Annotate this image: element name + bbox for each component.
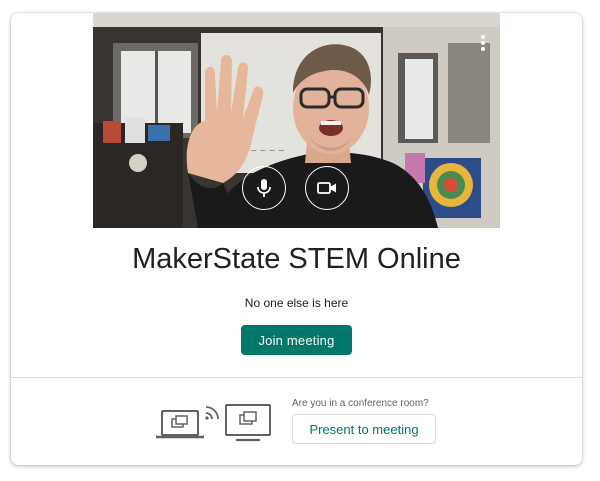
microphone-toggle-button[interactable] [242, 166, 286, 210]
more-vert-dot [481, 41, 485, 45]
monitor-present-icon [225, 404, 271, 442]
mic-icon [257, 179, 271, 197]
participant-status-text: No one else is here [244, 296, 349, 310]
cast-devices-illustration [156, 404, 271, 442]
section-divider [11, 377, 582, 378]
more-vert-dot [481, 47, 485, 51]
videocam-icon [317, 182, 336, 194]
self-video-preview: ~ ~ ~ ~ ~ [93, 13, 500, 228]
wireless-icon [205, 406, 219, 420]
meeting-lobby-card: ~ ~ ~ ~ ~ MakerState STEM Online No one … [11, 13, 582, 465]
more-vert-icon [481, 35, 485, 39]
conference-room-question: Are you in a conference room? [292, 398, 429, 409]
present-to-meeting-button[interactable]: Present to meeting [292, 414, 436, 444]
more-options-button[interactable] [480, 35, 486, 53]
join-meeting-button[interactable]: Join meeting [241, 325, 352, 355]
camera-toggle-button[interactable] [305, 166, 349, 210]
laptop-cast-icon [156, 410, 204, 439]
meeting-title: MakerState STEM Online [132, 243, 461, 275]
camera-feed-image: ~ ~ ~ ~ ~ [93, 13, 500, 228]
